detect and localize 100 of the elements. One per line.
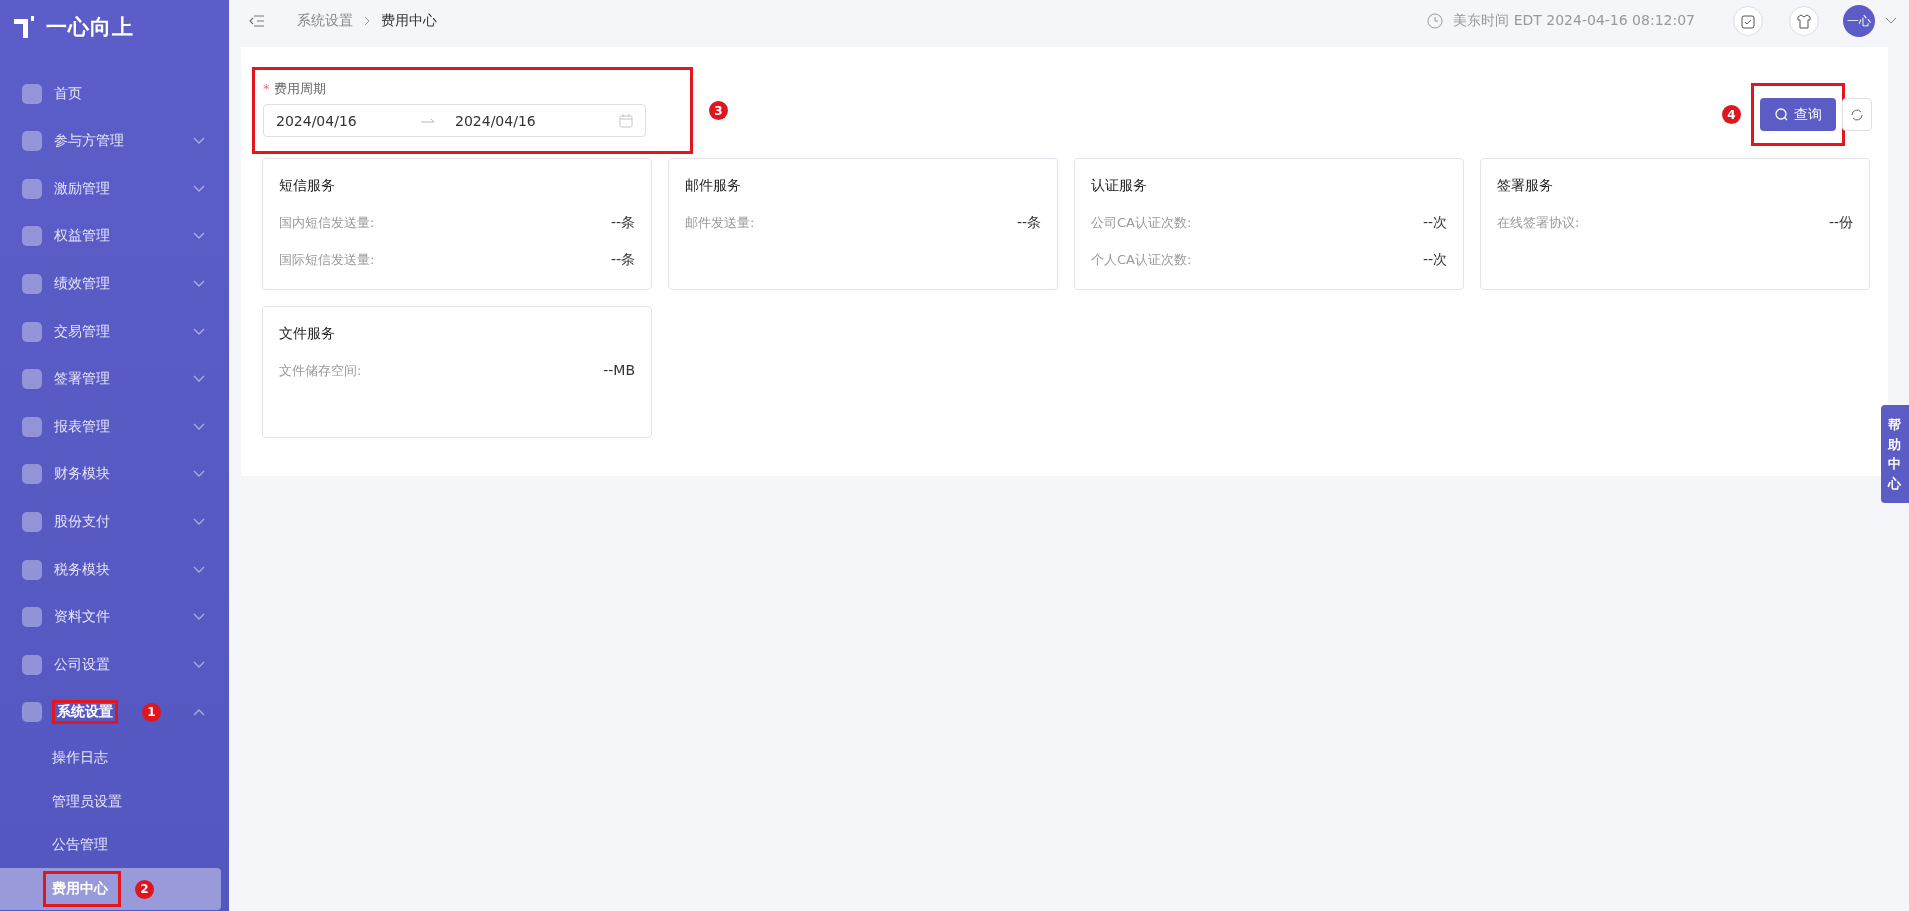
chevron-down-icon	[193, 375, 205, 384]
clipboard-button[interactable]	[1733, 6, 1763, 36]
search-icon	[1774, 108, 1788, 121]
menu-icon	[22, 273, 42, 294]
date-range-field[interactable]: 2024/04/16 2024/04/16	[263, 104, 646, 137]
menu-icon	[22, 83, 42, 104]
chevron-up-icon	[193, 708, 205, 717]
submenu-item[interactable]: 费用中心 2	[0, 868, 221, 910]
menu-label: 系统设置	[56, 702, 114, 722]
menu-icon	[22, 226, 42, 247]
card-title: 文件服务	[279, 325, 336, 343]
time-text: 美东时间 EDT 2024-04-16 08:12:07	[1453, 12, 1695, 30]
menu-icon	[22, 654, 42, 675]
menu-icon	[22, 512, 42, 532]
submenu-label: 费用中心	[52, 880, 108, 897]
menu-label: 签署管理	[53, 369, 111, 389]
annotation-number: 2	[135, 879, 154, 899]
annotation-number: 1	[142, 702, 161, 722]
menu-label: 首页	[53, 83, 83, 103]
annotation-number: 4	[1722, 105, 1741, 124]
sidebar-item[interactable]: 公司设置	[0, 641, 229, 689]
chevron-down-icon	[193, 327, 205, 336]
chevron-down-icon	[193, 470, 205, 479]
chevron-down-icon[interactable]	[1885, 17, 1897, 25]
sidebar-item[interactable]: 权益管理	[0, 212, 229, 261]
stat-value: --条	[1016, 214, 1041, 232]
stat-label: 公司CA认证次数:	[1091, 214, 1192, 232]
menu-icon	[22, 464, 42, 485]
clock-icon	[1427, 13, 1444, 29]
sidebar-item[interactable]: 系统设置 1	[0, 688, 229, 737]
menu-label: 交易管理	[53, 321, 111, 341]
menu-label: 报表管理	[53, 416, 111, 436]
menu-icon	[22, 321, 42, 342]
help-center-tab[interactable]: 帮助中心	[1881, 405, 1909, 503]
sidebar-item[interactable]: 参与方管理	[0, 117, 229, 165]
end-date: 2024/04/16	[455, 112, 536, 129]
chevron-down-icon	[193, 137, 205, 146]
card-title: 认证服务	[1091, 177, 1148, 195]
stat-label: 国际短信发送量:	[279, 251, 375, 269]
user-avatar[interactable]: 一心	[1843, 5, 1875, 37]
submenu-item[interactable]: 操作日志	[0, 737, 221, 779]
sidebar-item[interactable]: 首页	[0, 69, 229, 118]
sidebar-item[interactable]: 税务模块	[0, 545, 229, 594]
menu-icon	[22, 702, 42, 723]
stat-value: --次	[1422, 251, 1447, 269]
chevron-down-icon	[193, 232, 205, 241]
stat-value: --MB	[603, 362, 635, 380]
chevron-down-icon	[193, 613, 205, 622]
sidebar-item[interactable]: 激励管理	[0, 164, 229, 213]
sidebar-item[interactable]: 资料文件	[0, 593, 229, 642]
refresh-button[interactable]	[1842, 98, 1872, 131]
stat-value: --份	[1828, 214, 1853, 232]
sidebar-item[interactable]: 交易管理	[0, 307, 229, 356]
menu-icon	[22, 416, 42, 437]
card-title: 短信服务	[279, 177, 336, 195]
stat-label: 邮件发送量:	[685, 214, 755, 232]
menu-label: 税务模块	[53, 559, 111, 579]
sidebar-item[interactable]: 股份支付	[0, 498, 229, 546]
menu-label: 公司设置	[53, 654, 111, 674]
submenu-item[interactable]: 管理员设置	[0, 780, 221, 823]
menu-label: 财务模块	[53, 464, 111, 484]
submenu-label: 操作日志	[52, 749, 108, 768]
submenu-item[interactable]: 公告管理	[0, 824, 221, 867]
stat-value: --条	[610, 251, 635, 269]
refresh-icon	[1850, 107, 1864, 122]
breadcrumb-item[interactable]: 系统设置	[297, 12, 353, 30]
submenu-label: 管理员设置	[52, 792, 122, 811]
stat-label: 国内短信发送量:	[279, 214, 375, 232]
menu-label: 股份支付	[53, 512, 111, 531]
sidebar-item[interactable]: 绩效管理	[0, 260, 229, 308]
menu-icon	[22, 131, 42, 152]
sidebar-item[interactable]: 签署管理	[0, 355, 229, 403]
shirt-button[interactable]	[1789, 6, 1819, 36]
sidebar-item[interactable]: 财务模块	[0, 450, 229, 499]
menu-icon	[22, 607, 42, 628]
chevron-down-icon	[193, 184, 205, 193]
logo-text: 一心向上	[46, 13, 134, 41]
menu-label: 参与方管理	[53, 131, 125, 151]
sidebar-item[interactable]: 报表管理	[0, 403, 229, 451]
menu-label: 资料文件	[53, 607, 111, 627]
chevron-down-icon	[193, 422, 205, 431]
annotation-number: 3	[709, 101, 728, 120]
menu-label: 绩效管理	[53, 273, 111, 293]
calendar-icon	[619, 113, 633, 128]
field-label: * 费用周期	[263, 80, 327, 98]
required-mark: *	[263, 81, 270, 96]
collapse-menu-icon[interactable]	[249, 15, 265, 27]
chevron-right-icon	[363, 16, 371, 26]
chevron-down-icon	[193, 279, 205, 288]
card-title: 签署服务	[1497, 177, 1554, 195]
menu-icon	[22, 178, 42, 199]
chevron-down-icon	[193, 660, 205, 669]
menu-label: 权益管理	[53, 226, 111, 246]
stat-label: 文件储存空间:	[279, 362, 362, 380]
shirt-icon	[1797, 13, 1811, 29]
menu-label: 激励管理	[53, 178, 111, 198]
query-button[interactable]: 查询	[1760, 98, 1836, 131]
start-date: 2024/04/16	[276, 112, 358, 129]
stat-value: --条	[610, 214, 635, 232]
menu-icon	[22, 369, 42, 390]
